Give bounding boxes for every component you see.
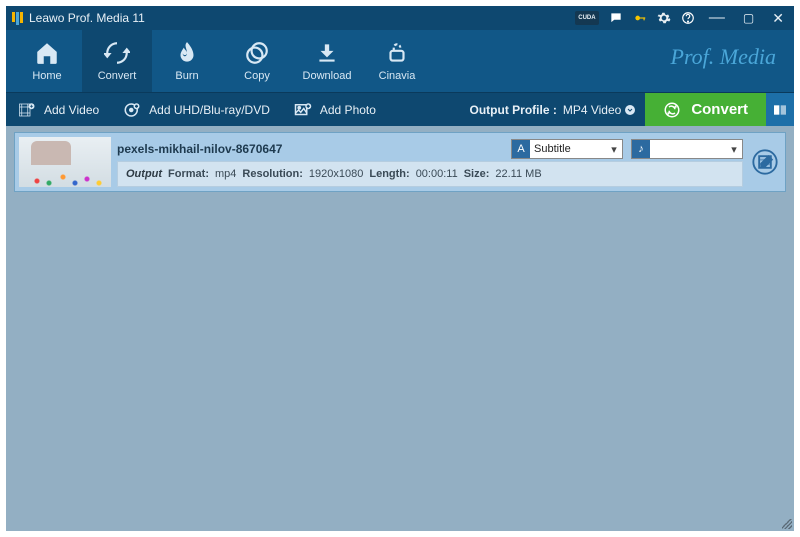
- add-video-button[interactable]: Add Video: [6, 93, 111, 126]
- cuda-badge[interactable]: CUDA: [575, 11, 599, 25]
- tab-cinavia[interactable]: Cinavia: [362, 30, 432, 92]
- output-label: Output: [126, 168, 162, 180]
- format-value: mp4: [215, 168, 236, 180]
- size-value: 22.11 MB: [495, 168, 541, 180]
- item-body: pexels-mikhail-nilov-8670647 A Subtitle …: [117, 137, 743, 187]
- add-photo-label: Add Photo: [320, 103, 376, 117]
- brand-logo: Prof. Media: [671, 44, 777, 70]
- tab-download-label: Download: [303, 70, 352, 82]
- tab-download[interactable]: Download: [292, 30, 362, 92]
- audio-selector[interactable]: ♪ ▾: [631, 139, 743, 159]
- edit-icon: [751, 148, 779, 176]
- add-disc-label: Add UHD/Blu-ray/DVD: [149, 103, 270, 117]
- settings-icon[interactable]: [657, 11, 671, 25]
- home-icon: [34, 40, 60, 66]
- action-bar: Add Video Add UHD/Blu-ray/DVD Add Photo …: [6, 92, 794, 126]
- chevron-down-icon: ▾: [606, 143, 622, 156]
- add-video-label: Add Video: [44, 103, 99, 117]
- tab-burn-label: Burn: [175, 70, 198, 82]
- add-photo-button[interactable]: Add Photo: [282, 93, 388, 126]
- subtitle-value: Subtitle: [530, 143, 606, 155]
- output-profile-value: MP4 Video: [563, 103, 621, 117]
- output-profile-selector[interactable]: MP4 Video: [563, 103, 635, 117]
- panel-icon: [772, 102, 788, 118]
- convert-icon: [104, 40, 130, 66]
- tab-home[interactable]: Home: [12, 30, 82, 92]
- audio-icon: ♪: [632, 140, 650, 158]
- content-area: pexels-mikhail-nilov-8670647 A Subtitle …: [6, 126, 794, 531]
- convert-button-label: Convert: [691, 101, 748, 118]
- main-nav: Home Convert Burn Copy Download Cinavia …: [6, 30, 794, 92]
- subtitle-selector[interactable]: A Subtitle ▾: [511, 139, 623, 159]
- resolution-value: 1920x1080: [309, 168, 363, 180]
- output-profile-label: Output Profile :: [470, 103, 557, 117]
- app-window: Leawo Prof. Media 11 CUDA — ▢ ✕ Home Con…: [6, 6, 794, 531]
- tab-home-label: Home: [32, 70, 61, 82]
- item-info-bar: Output Format: mp4 Resolution: 1920x1080…: [117, 161, 743, 187]
- subtitle-icon: A: [512, 140, 530, 158]
- tab-copy[interactable]: Copy: [222, 30, 292, 92]
- filename-label: pexels-mikhail-nilov-8670647: [117, 142, 503, 156]
- edit-button[interactable]: [749, 137, 781, 187]
- length-label: Length:: [369, 168, 409, 180]
- window-title: Leawo Prof. Media 11: [29, 11, 145, 25]
- resize-handle[interactable]: [782, 519, 792, 529]
- add-disc-button[interactable]: Add UHD/Blu-ray/DVD: [111, 93, 282, 126]
- film-plus-icon: [18, 101, 36, 119]
- chevron-down-icon: [625, 105, 635, 115]
- tab-burn[interactable]: Burn: [152, 30, 222, 92]
- convert-button[interactable]: Convert: [645, 93, 766, 126]
- key-icon[interactable]: [633, 11, 647, 25]
- chevron-down-icon: ▾: [726, 143, 742, 156]
- disc-plus-icon: [123, 101, 141, 119]
- expand-panel-button[interactable]: [766, 93, 794, 126]
- thumbnail[interactable]: [19, 137, 111, 187]
- download-icon: [314, 40, 340, 66]
- tab-convert-label: Convert: [98, 70, 137, 82]
- media-item[interactable]: pexels-mikhail-nilov-8670647 A Subtitle …: [14, 132, 786, 192]
- format-label: Format:: [168, 168, 209, 180]
- tab-copy-label: Copy: [244, 70, 270, 82]
- resolution-label: Resolution:: [242, 168, 303, 180]
- length-value: 00:00:11: [416, 168, 458, 180]
- app-logo-icon: [12, 12, 23, 25]
- help-icon[interactable]: [681, 11, 695, 25]
- burn-icon: [174, 40, 200, 66]
- copy-icon: [244, 40, 270, 66]
- chat-icon[interactable]: [609, 11, 623, 25]
- tab-cinavia-label: Cinavia: [379, 70, 416, 82]
- minimize-button[interactable]: —: [705, 9, 729, 27]
- cinavia-icon: [384, 40, 410, 66]
- size-label: Size:: [464, 168, 490, 180]
- tab-convert[interactable]: Convert: [82, 30, 152, 92]
- convert-action-icon: [663, 101, 681, 119]
- close-button[interactable]: ✕: [768, 10, 788, 27]
- output-profile: Output Profile : MP4 Video: [470, 103, 646, 117]
- photo-plus-icon: [294, 101, 312, 119]
- title-bar: Leawo Prof. Media 11 CUDA — ▢ ✕: [6, 6, 794, 30]
- maximize-button[interactable]: ▢: [739, 11, 758, 25]
